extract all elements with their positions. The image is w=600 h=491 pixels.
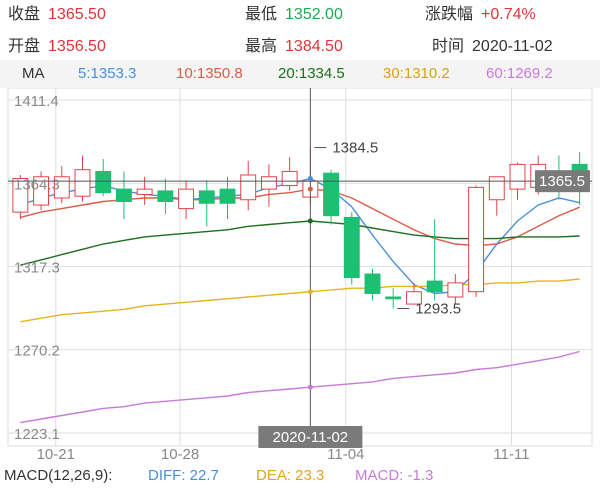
y-tick-label: 1270.2 (14, 343, 60, 360)
candle-body (281, 170, 298, 187)
candle-body (385, 296, 402, 300)
date-box-label: 2020-11-02 (273, 429, 349, 446)
candle (198, 180, 215, 227)
macd-dea-value: DEA: 23.3 (256, 467, 325, 484)
candle (426, 219, 443, 301)
candle-body (260, 176, 277, 190)
candle-body (364, 273, 381, 294)
candle-body (323, 172, 340, 217)
x-tick-label: 11-11 (493, 446, 529, 463)
price-box-label: 1365.5 (539, 173, 585, 190)
candle-body (488, 176, 505, 201)
candle-body (509, 163, 526, 190)
open-value: 1356.50 (48, 38, 106, 55)
candle-body (198, 190, 215, 204)
close-value: 1365.50 (48, 6, 106, 23)
moving-average-lines (20, 177, 580, 424)
ma10-value: 10:1350.8 (176, 65, 243, 82)
close-label: 收盘 (8, 6, 41, 23)
candle (385, 288, 402, 309)
candlestick-chart[interactable]: 1384.5 1293.5 1365.5 2020-11-02 1411.4 1364.… (0, 88, 600, 463)
ma30-line (20, 278, 580, 323)
candle (260, 164, 277, 207)
open-label: 开盘 (8, 38, 41, 55)
y-tick-label: 1317.3 (14, 259, 60, 276)
ma20-value: 20:1334.5 (278, 65, 345, 82)
ma60-crosshair-dot (307, 384, 313, 390)
y-tick-label: 1223.1 (14, 426, 60, 443)
candle (364, 268, 381, 301)
candle (323, 169, 340, 225)
ma-label: MA (22, 65, 45, 82)
macd-diff-value: DIFF: 22.7 (148, 467, 219, 484)
candle (74, 155, 91, 202)
ma30-crosshair-dot (307, 289, 313, 295)
chart-frame (7, 88, 593, 447)
crosshair-overlay: 1384.5 1293.5 1365.5 2020-11-02 (8, 88, 592, 448)
macd-histogram-value: MACD: -1.3 (355, 467, 434, 484)
candle (115, 171, 132, 220)
trade-date: 时间 2020-11-02 (432, 32, 553, 56)
candle-body (74, 169, 91, 197)
open-price: 开盘 1356.50 (8, 32, 106, 56)
ma60-line (20, 350, 580, 424)
candle-body (178, 188, 195, 210)
low-label: 最低 (245, 6, 278, 23)
candle-body (447, 282, 464, 298)
ma30-value: 30:1310.2 (383, 65, 450, 82)
macd-indicator-bar[interactable]: MACD(12,26,9): DIFF: 22.7 DEA: 23.3 MACD… (0, 463, 600, 491)
crosshair-price-box: 1365.5 (535, 170, 590, 193)
candle-body (468, 186, 485, 293)
crosshair-date-box: 2020-11-02 (258, 426, 363, 448)
low-marker-label: 1293.5 (415, 301, 461, 318)
y-tick-label: 1411.4 (14, 93, 59, 110)
change-label: 涨跌幅 (425, 6, 474, 23)
change-percent: 涨跌幅 +0.74% (425, 0, 536, 24)
ma20-crosshair-dot (307, 218, 313, 224)
ma20-line (20, 220, 580, 266)
close-price: 收盘 1365.50 (8, 0, 106, 24)
candles (12, 147, 588, 309)
candle-body (426, 280, 443, 293)
ma5-value: 5:1353.3 (78, 65, 137, 82)
axis-labels: 1411.4 1364.3 1317.3 1270.2 1223.1 10-21 10-28… (14, 93, 530, 463)
ma60-value: 60:1269.2 (486, 65, 553, 82)
candle-body (157, 190, 174, 203)
candle-body (115, 188, 132, 203)
low-value: 1352.00 (285, 6, 343, 23)
candle (488, 176, 505, 216)
ma5-crosshair-dot (307, 176, 313, 182)
y-tick-label: 1364.3 (14, 176, 60, 193)
x-tick-label: 11-04 (327, 446, 364, 463)
high-label: 最高 (245, 38, 278, 55)
candle (343, 212, 360, 285)
candle-body (343, 216, 360, 279)
macd-title: MACD(12,26,9): (4, 467, 113, 484)
low-price: 最低 1352.00 (245, 0, 343, 24)
change-value: +0.74% (481, 6, 536, 23)
candle (240, 160, 257, 211)
candle (468, 185, 485, 298)
candle-body (219, 188, 236, 204)
candle (281, 157, 298, 191)
high-value: 1384.50 (285, 38, 343, 55)
chart-grid (7, 88, 593, 447)
candle-body (136, 188, 153, 195)
high-marker-label: 1384.5 (332, 140, 378, 157)
x-tick-label: 10-21 (37, 446, 75, 463)
quote-info-panel: 收盘 1365.50 最低 1352.00 涨跌幅 +0.74% 开盘 1356.50 … (0, 0, 600, 58)
ma10-crosshair-dot (307, 186, 313, 192)
time-value: 2020-11-02 (472, 38, 553, 55)
candle-body (240, 174, 257, 201)
moving-average-legend[interactable]: MA 5:1353.3 10:1350.8 20:1334.5 30:1310.… (0, 60, 600, 88)
candle (95, 159, 112, 197)
candle-body (95, 170, 112, 194)
candle (157, 178, 174, 214)
candle (178, 180, 195, 220)
x-tick-label: 10-28 (161, 446, 199, 463)
time-label: 时间 (432, 38, 465, 55)
high-price: 最高 1384.50 (245, 32, 343, 56)
